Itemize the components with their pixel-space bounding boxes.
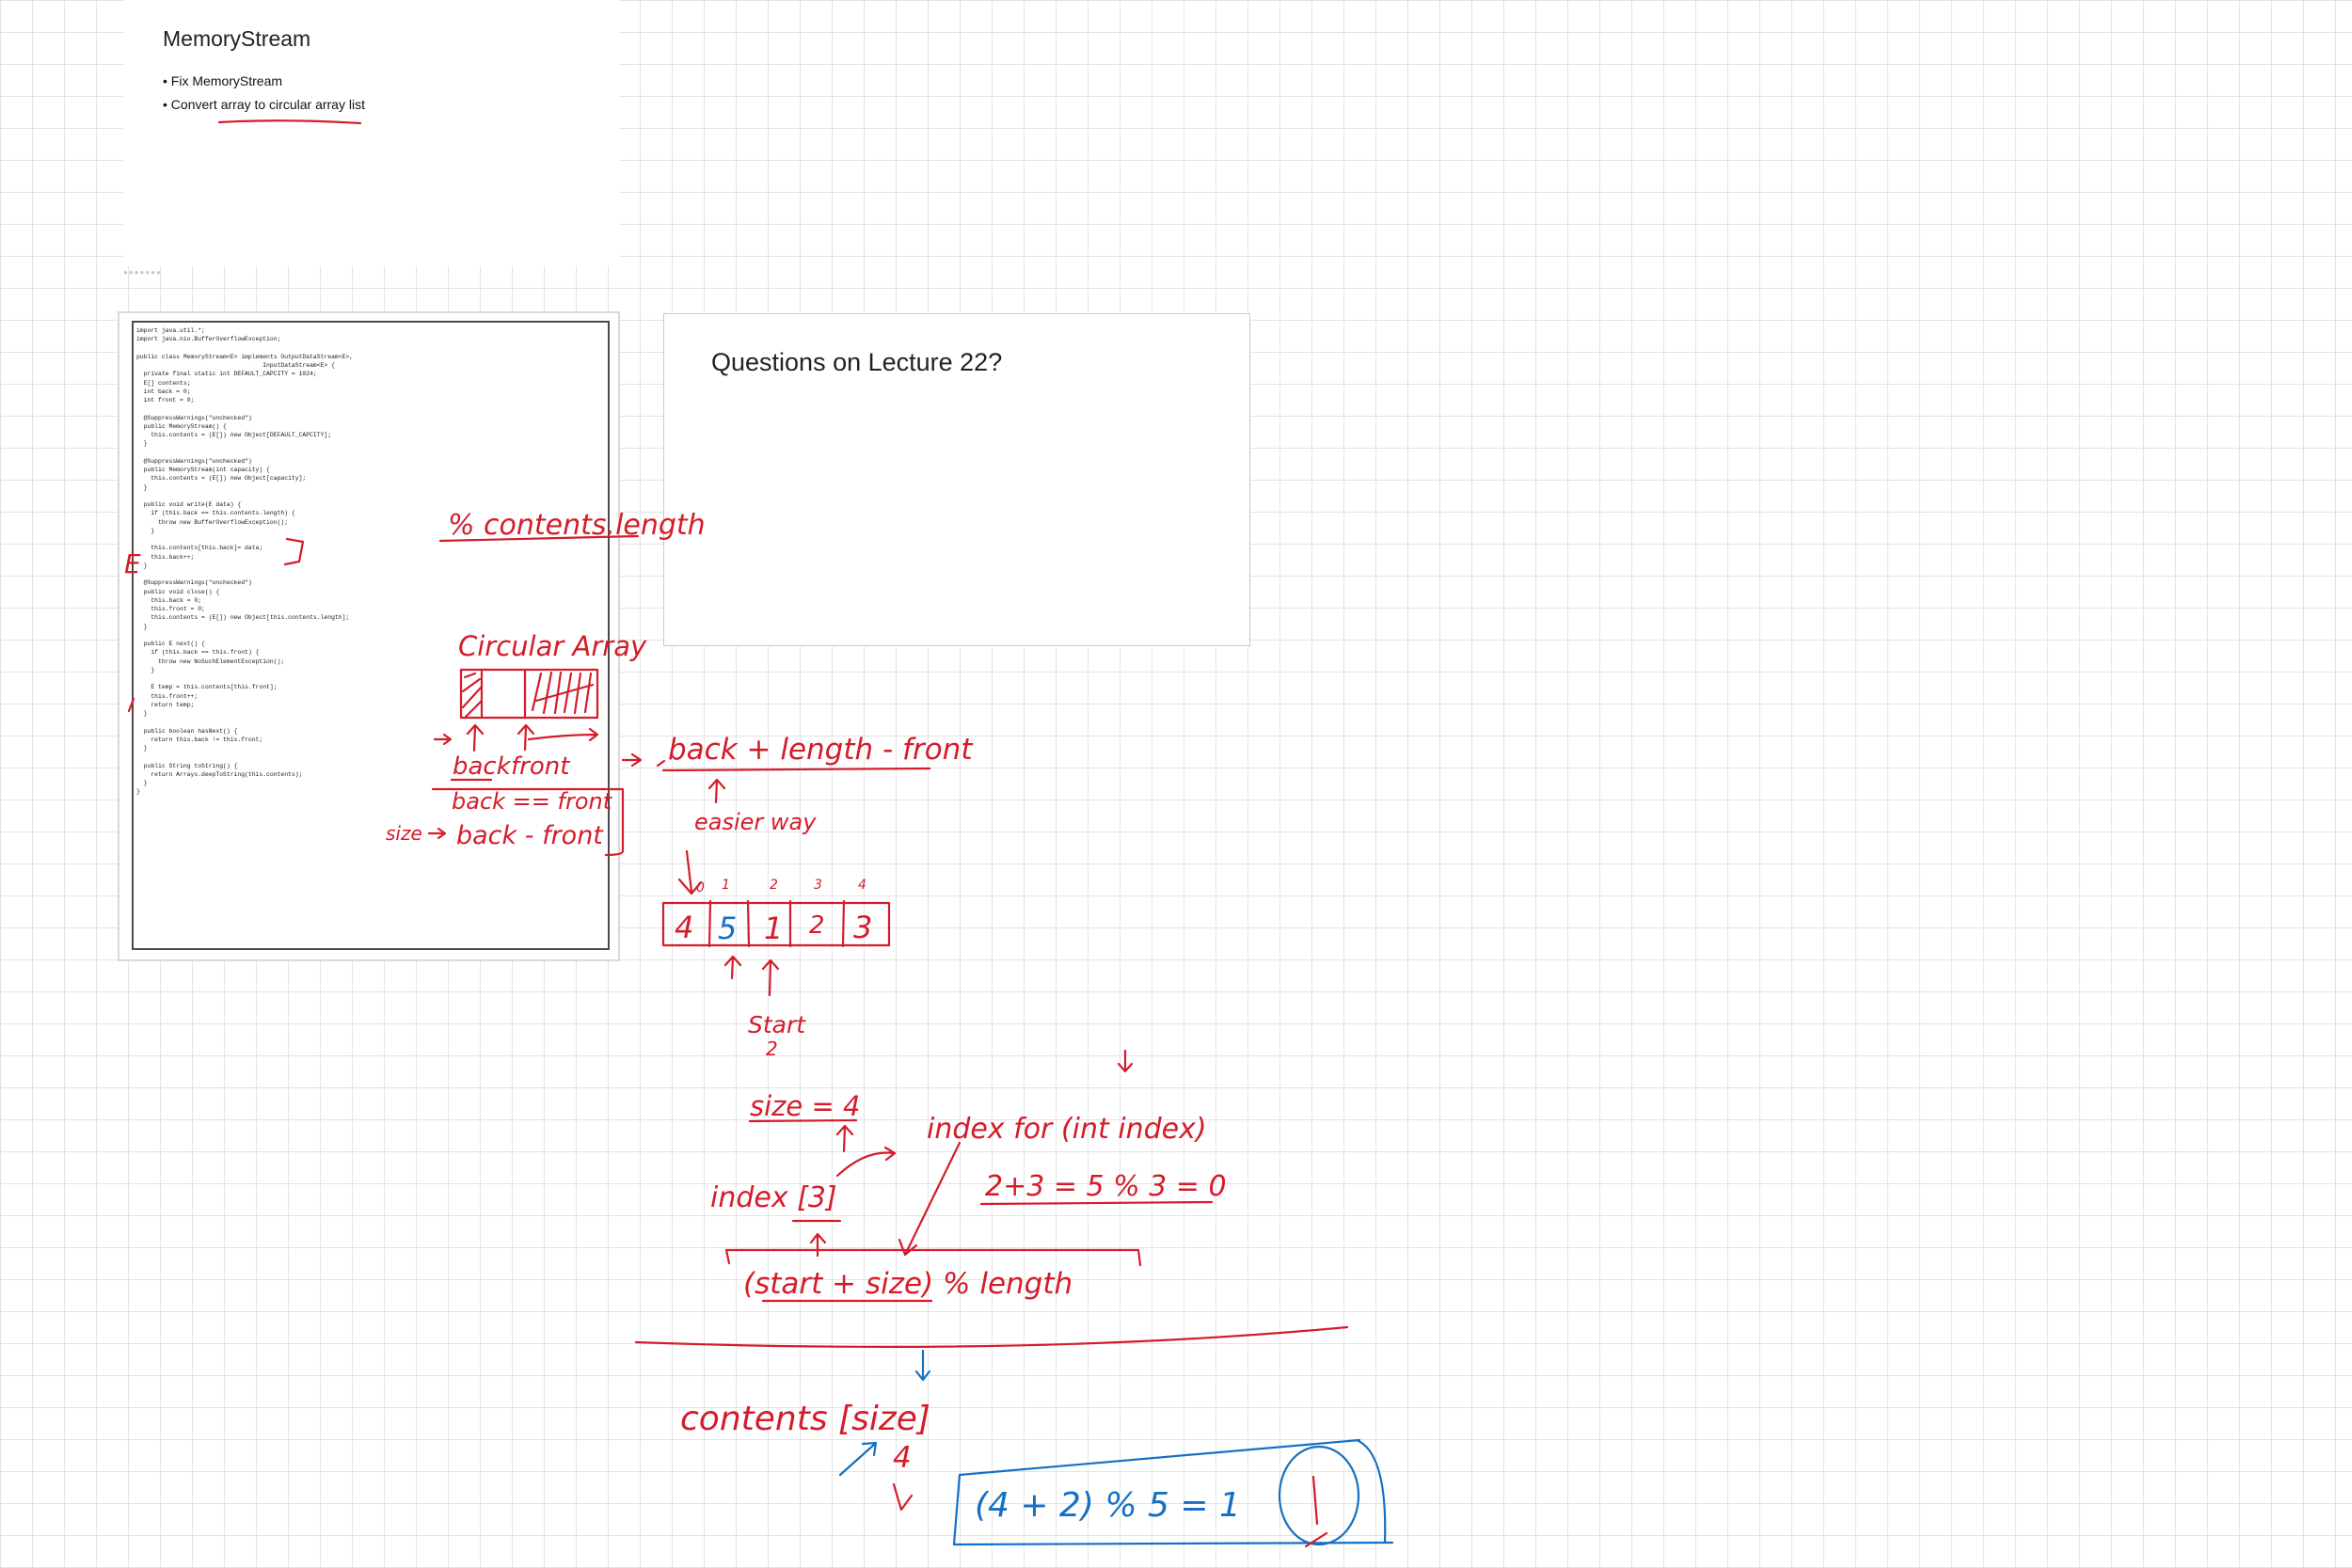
- ink-hatch-left: [461, 672, 484, 719]
- ink-front: front: [511, 752, 570, 781]
- ink-size-eq: size = 4: [750, 1090, 860, 1122]
- ink-layer[interactable]: E % contents.length Circular Array back …: [0, 0, 2352, 1568]
- ink-underline: [217, 119, 362, 125]
- ink-expr: (start + size) % length: [743, 1267, 1073, 1301]
- ink-cell: 4: [675, 910, 693, 945]
- ink-contents-size: contents [size]: [680, 1400, 930, 1438]
- ink-back-eq-front: back == front: [452, 788, 613, 815]
- ink-mark: [127, 697, 135, 713]
- ink-size-label: size: [386, 822, 422, 845]
- ink-four: 4: [893, 1441, 912, 1475]
- ink-highlight: [1304, 1475, 1328, 1548]
- ink-index: 0: [696, 880, 705, 895]
- ink-arrow-curve: [835, 1146, 897, 1178]
- ink-arrow-up: [809, 1232, 827, 1258]
- ink-index: 1: [722, 878, 730, 893]
- ink-arrow: [621, 752, 643, 768]
- ink-arrow: [433, 733, 453, 746]
- ink-index-for: index for (int index): [927, 1113, 1207, 1146]
- ink-array-dividers: [480, 668, 527, 720]
- ink-arrow-up: [707, 778, 726, 804]
- ink-index-bracket: index [3]: [710, 1181, 837, 1214]
- ink-arrow-up: [723, 955, 742, 980]
- ink-index: 4: [858, 878, 866, 893]
- ink-calc: 2+3 = 5 % 3 = 0: [985, 1170, 1227, 1203]
- ink-arrow: [427, 827, 447, 840]
- ink-cell: 3: [853, 910, 872, 945]
- ink-arrow: [838, 1441, 878, 1477]
- ink-arrow-down: [898, 1141, 961, 1257]
- ink-circle: [1278, 1445, 1360, 1546]
- ink-arrow-down: [914, 1349, 931, 1382]
- ink-arrow-up: [835, 1124, 854, 1153]
- ink-arrow-up: [466, 723, 485, 752]
- ink-label: E: [124, 548, 141, 579]
- ink-bracket: [283, 537, 305, 566]
- ink-underline: [661, 767, 931, 772]
- ink-arrow-up: [516, 723, 535, 752]
- ink-hatch-right: [531, 671, 595, 715]
- ink-cell: 5: [718, 911, 737, 946]
- ink-back-minus-front: back - front: [456, 821, 604, 850]
- ink-arrow: [527, 727, 599, 742]
- ink-separator: [634, 1325, 1349, 1348]
- ink-back: back: [453, 752, 512, 781]
- ink-cell: 1: [764, 911, 783, 946]
- ink-index: 3: [814, 878, 822, 893]
- ink-bracket: [724, 1248, 1142, 1267]
- ink-circular-array: Circular Array: [458, 630, 647, 662]
- ink-mark: [656, 759, 666, 768]
- ink-arrow-down: [1117, 1049, 1134, 1073]
- ink-cell: 2: [809, 911, 825, 940]
- ink-start: Start: [748, 1011, 806, 1038]
- ink-underline: [748, 1118, 858, 1123]
- ink-formula: back + length - front: [668, 733, 974, 767]
- ink-checkmark: [892, 1482, 914, 1512]
- ink-arrow-up: [761, 958, 780, 997]
- ink-result: (4 + 2) % 5 = 1: [975, 1486, 1241, 1525]
- ink-start-value: 2: [766, 1037, 778, 1060]
- ink-index: 2: [770, 878, 778, 893]
- ink-easier-way: easier way: [694, 809, 817, 835]
